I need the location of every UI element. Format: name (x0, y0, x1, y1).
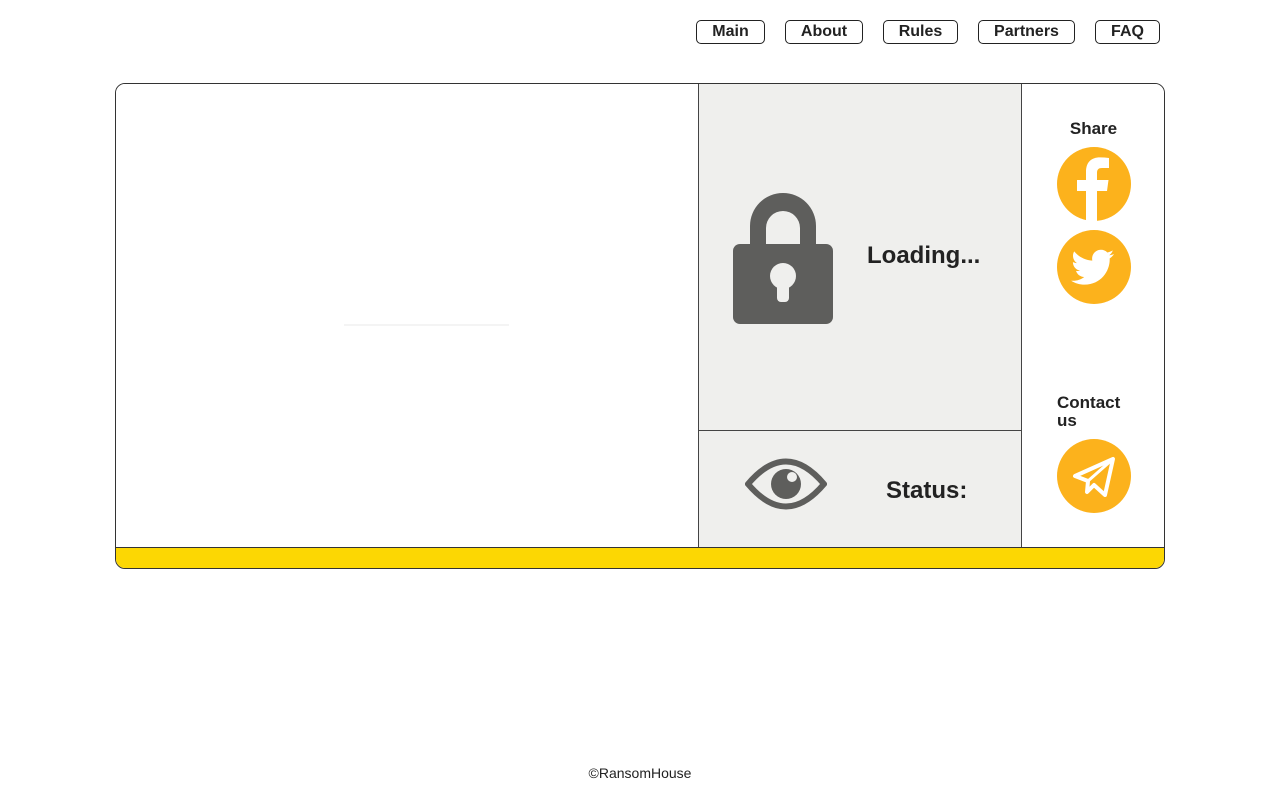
loading-placeholder (344, 324, 509, 326)
telegram-icon[interactable] (1057, 439, 1131, 513)
nav-partners-button[interactable]: Partners (978, 20, 1075, 44)
content-pane (116, 84, 698, 547)
nav-about-button[interactable]: About (785, 20, 863, 44)
bottom-bar (116, 547, 1164, 568)
twitter-icon[interactable] (1057, 230, 1131, 304)
nav-faq-button[interactable]: FAQ (1095, 20, 1160, 44)
lock-icon (733, 193, 833, 324)
nav-rules-button[interactable]: Rules (883, 20, 958, 44)
share-sidebar: Share Contact us (1021, 84, 1164, 547)
status-panel: Status: (698, 430, 1022, 548)
lock-panel: Loading... (698, 84, 1022, 430)
top-nav: Main About Rules Partners FAQ (0, 20, 1280, 48)
facebook-icon[interactable] (1057, 147, 1131, 221)
nav-main-button[interactable]: Main (696, 20, 765, 44)
main-card: Loading... Status: Share Contact us (115, 83, 1165, 569)
status-label: Status: (886, 477, 968, 504)
loading-text: Loading... (867, 242, 981, 269)
share-label: Share (1069, 119, 1118, 138)
footer-copyright: ©RansomHouse (588, 765, 692, 781)
eye-icon (745, 458, 827, 510)
contact-label: Contact us (1057, 393, 1121, 430)
